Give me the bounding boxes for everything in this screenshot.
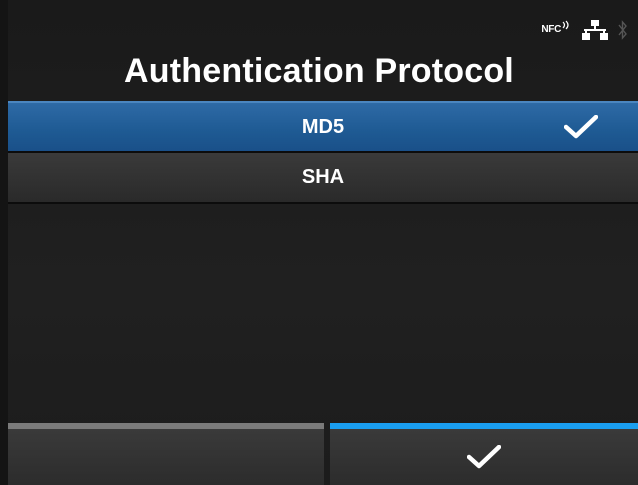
page-title: Authentication Protocol xyxy=(124,52,514,90)
nfc-icon: NFC xyxy=(541,20,572,36)
option-sha[interactable]: SHA xyxy=(8,153,638,204)
bluetooth-icon xyxy=(618,20,627,40)
printer-screen: NFC Authentication Protocol MD5 SHA xyxy=(0,0,638,485)
check-icon xyxy=(564,115,598,139)
back-button[interactable] xyxy=(8,423,324,485)
footer-bar xyxy=(8,423,638,485)
nfc-label: NFC xyxy=(541,24,561,35)
option-md5[interactable]: MD5 xyxy=(8,101,638,153)
check-icon xyxy=(467,445,501,469)
confirm-button[interactable] xyxy=(330,423,638,485)
option-label: SHA xyxy=(301,166,345,188)
nfc-waves-icon xyxy=(562,20,569,30)
status-bar: NFC xyxy=(541,20,628,40)
option-label: MD5 xyxy=(301,115,345,138)
lan-icon xyxy=(582,20,608,40)
protocol-option-list: MD5 SHA xyxy=(8,101,638,204)
